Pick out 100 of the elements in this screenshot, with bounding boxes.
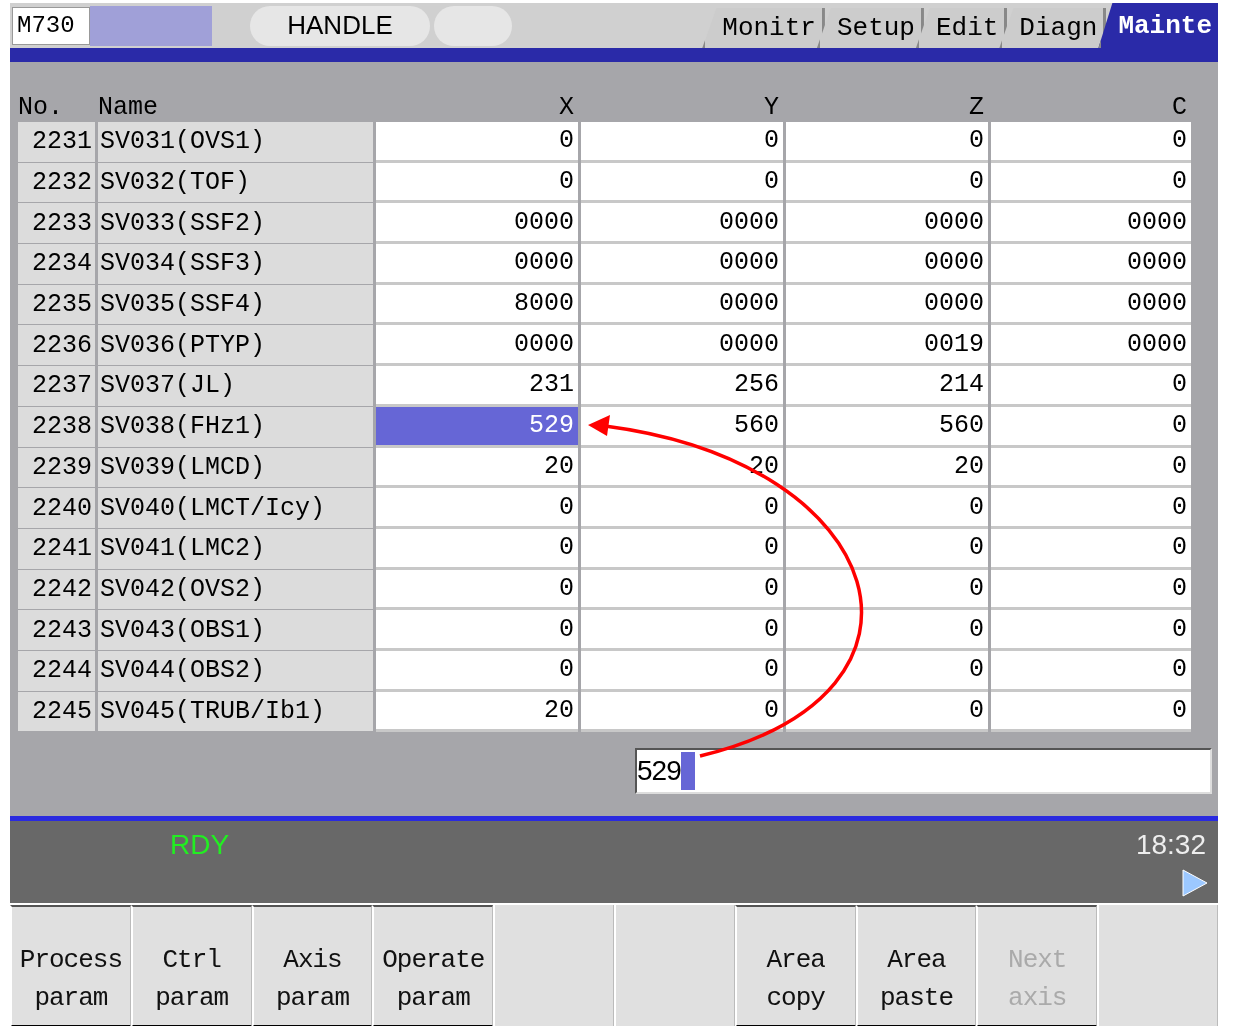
parameter-name: SV039(LMCD) [98, 447, 373, 489]
value-cell[interactable]: 529 [376, 406, 578, 448]
value-cell[interactable]: 0 [376, 610, 578, 651]
value-cell[interactable]: 0 [786, 691, 988, 733]
value-cell[interactable]: 0 [991, 162, 1191, 204]
input-field[interactable]: 529 [635, 748, 1212, 795]
value-cell[interactable]: 0 [991, 691, 1191, 733]
parameter-name: SV045(TRUB/Ib1) [98, 691, 373, 733]
value-cell[interactable]: 0000 [786, 203, 988, 245]
parameter-number: 2245 [18, 691, 95, 733]
softkey[interactable]: Axis param [251, 905, 373, 1026]
clock-time: 18:32 [1135, 829, 1206, 861]
parameter-name: SV038(FHz1) [98, 406, 373, 448]
tab[interactable]: Monitr [702, 8, 825, 48]
value-cell[interactable]: 0 [581, 528, 783, 570]
value-cell[interactable]: 0 [991, 122, 1191, 163]
column-header: Z [968, 92, 985, 122]
column-header: X [558, 92, 575, 122]
value-cell[interactable]: 0 [991, 650, 1191, 692]
tab[interactable]: Edit [915, 8, 1008, 48]
tab[interactable]: Setup [816, 8, 924, 48]
tab[interactable]: Mainte [1098, 3, 1218, 48]
parameter-number: 2243 [18, 610, 95, 651]
value-cell[interactable]: 560 [786, 406, 988, 448]
value-cell[interactable]: 0 [581, 162, 783, 204]
value-cell[interactable]: 0000 [581, 203, 783, 245]
value-cell[interactable]: 0 [581, 122, 783, 163]
blank-softkey[interactable] [1097, 905, 1218, 1026]
value-cell[interactable]: 0000 [786, 244, 988, 285]
value-cell[interactable]: 214 [786, 366, 988, 407]
blank-softkey[interactable] [493, 905, 614, 1026]
parameter-number: 2244 [18, 650, 95, 692]
parameter-name: SV034(SSF3) [98, 244, 373, 285]
value-cell[interactable]: 0 [991, 366, 1191, 407]
tab[interactable]: Diagn [999, 8, 1107, 48]
parameter-name: SV044(OBS2) [98, 650, 373, 692]
value-cell[interactable]: 0000 [581, 325, 783, 367]
value-cell[interactable]: 0019 [786, 325, 988, 367]
value-cell[interactable]: 0 [376, 569, 578, 611]
value-cell[interactable]: 0 [991, 488, 1191, 529]
value-cell[interactable]: 0 [376, 488, 578, 529]
value-cell[interactable]: 0 [786, 488, 988, 529]
value-cell[interactable]: 0 [376, 650, 578, 692]
value-cell[interactable]: 0 [376, 162, 578, 204]
value-cell[interactable]: 0000 [376, 244, 578, 285]
value-cell[interactable]: 0 [786, 162, 988, 204]
value-cell[interactable]: 20 [376, 447, 578, 489]
value-cell[interactable]: 0000 [376, 203, 578, 245]
value-cell[interactable]: 8000 [376, 284, 578, 326]
value-cell[interactable]: 0 [581, 610, 783, 651]
softkey[interactable]: Process param [10, 905, 131, 1026]
blank-softkey[interactable] [614, 905, 735, 1026]
parameter-number: 2235 [18, 284, 95, 326]
parameter-name: SV035(SSF4) [98, 284, 373, 326]
softkey[interactable]: Area paste [855, 905, 977, 1026]
softkey[interactable]: Ctrl param [130, 905, 252, 1026]
value-cell[interactable]: 0 [581, 488, 783, 529]
column-header: Y [763, 92, 780, 122]
value-cell[interactable]: 256 [581, 366, 783, 407]
value-cell[interactable]: 0 [991, 610, 1191, 651]
next-page-icon[interactable] [1182, 869, 1208, 897]
parameter-number: 2237 [18, 366, 95, 407]
column-header: C [1171, 92, 1188, 122]
value-cell[interactable]: 0 [581, 650, 783, 692]
value-cell[interactable]: 0 [991, 447, 1191, 489]
softkey[interactable]: Area copy [734, 905, 856, 1026]
model-label: M730 [12, 6, 90, 45]
parameter-name: SV036(PTYP) [98, 325, 373, 367]
value-cell[interactable]: 0 [991, 406, 1191, 448]
value-cell[interactable]: 0 [581, 569, 783, 611]
parameter-number: 2241 [18, 528, 95, 570]
parameter-number: 2232 [18, 162, 95, 204]
value-cell[interactable]: 0000 [991, 284, 1191, 326]
value-cell[interactable]: 0 [991, 528, 1191, 570]
value-cell[interactable]: 20 [376, 691, 578, 733]
value-cell[interactable]: 0000 [581, 244, 783, 285]
value-cell[interactable]: 0 [786, 122, 988, 163]
parameter-name: SV033(SSF2) [98, 203, 373, 245]
parameter-name: SV037(JL) [98, 366, 373, 407]
value-cell[interactable]: 0000 [991, 244, 1191, 285]
value-cell[interactable]: 20 [786, 447, 988, 489]
value-cell[interactable]: 0 [581, 691, 783, 733]
value-cell[interactable]: 0 [786, 650, 988, 692]
value-cell[interactable]: 0 [376, 122, 578, 163]
value-cell[interactable]: 231 [376, 366, 578, 407]
value-cell[interactable]: 0000 [991, 203, 1191, 245]
value-cell[interactable]: 0000 [581, 284, 783, 326]
value-cell[interactable]: 0000 [786, 284, 988, 326]
value-cell[interactable]: 0 [786, 569, 988, 611]
value-cell[interactable]: 0 [786, 528, 988, 570]
value-cell[interactable]: 0000 [376, 325, 578, 367]
softkey[interactable]: Operate param [372, 905, 494, 1026]
value-cell[interactable]: 0 [786, 610, 988, 651]
value-cell[interactable]: 0 [991, 569, 1191, 611]
value-cell[interactable]: 0 [376, 528, 578, 570]
mode-indicator: HANDLE [250, 5, 430, 46]
parameter-number: 2238 [18, 406, 95, 448]
ready-status: RDY [170, 829, 230, 861]
parameter-number: 2236 [18, 325, 95, 367]
value-cell[interactable]: 0000 [991, 325, 1191, 367]
